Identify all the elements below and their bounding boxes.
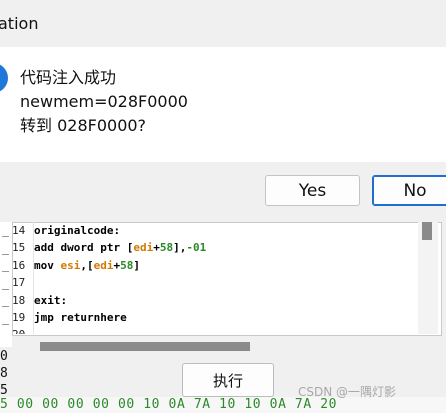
partial-digit: 8 bbox=[0, 366, 8, 381]
register-token: edi bbox=[133, 241, 154, 255]
tick-mark bbox=[2, 236, 9, 237]
message-line: 代码注入成功 bbox=[20, 68, 117, 87]
code-line: 20 bbox=[12, 326, 416, 334]
vertical-scrollbar[interactable] bbox=[418, 222, 438, 334]
register-token: edi bbox=[93, 258, 114, 272]
tick-mark bbox=[2, 306, 9, 307]
message-line: newmem=028F0000 bbox=[20, 92, 188, 111]
no-button[interactable]: No bbox=[372, 175, 446, 206]
line-number: 20 bbox=[12, 326, 34, 334]
code-text: exit: bbox=[34, 293, 68, 307]
confirm-dialog: ation 代码注入成功 newmem=028F0000 转到 028F0000… bbox=[0, 0, 446, 222]
code-line: 17 bbox=[12, 274, 416, 291]
gutter-divider bbox=[33, 222, 34, 334]
dialog-title: ation bbox=[0, 14, 39, 33]
dialog-footer: Yes No bbox=[0, 162, 446, 222]
yes-button[interactable]: Yes bbox=[265, 175, 360, 206]
vertical-scrollbar-thumb[interactable] bbox=[422, 222, 432, 240]
info-icon bbox=[0, 63, 8, 93]
line-number: 15 bbox=[12, 241, 26, 255]
horizontal-scrollbar-thumb[interactable] bbox=[40, 342, 250, 351]
code-text: jmp returnhere bbox=[34, 310, 127, 324]
code-line: 16 mov esi,[edi+58] bbox=[12, 257, 416, 274]
code-line: 14 originalcode: bbox=[12, 222, 416, 239]
line-number: 17 bbox=[12, 276, 26, 290]
dialog-titlebar[interactable]: ation bbox=[0, 0, 446, 47]
tick-mark bbox=[2, 271, 9, 272]
line-number: 18 bbox=[12, 293, 26, 307]
tick-mark bbox=[2, 289, 9, 290]
watermark: CSDN @一隅灯影 bbox=[298, 385, 397, 399]
script-editor[interactable]: 14 originalcode: 15 add dword ptr [edi+5… bbox=[12, 222, 416, 334]
dialog-body: 代码注入成功 newmem=028F0000 转到 028F0000? bbox=[0, 47, 446, 162]
tick-mark bbox=[2, 254, 9, 255]
number-token: 58 bbox=[159, 241, 174, 255]
code-text: mov esi,[edi+58] bbox=[34, 258, 140, 272]
partial-digit: 0 bbox=[0, 349, 8, 364]
partial-digit: 5 bbox=[0, 383, 8, 398]
horizontal-scrollbar[interactable] bbox=[12, 336, 438, 356]
dialog-message: 代码注入成功 newmem=028F0000 转到 028F0000? bbox=[20, 66, 188, 138]
line-number: 16 bbox=[12, 258, 26, 272]
message-line: 转到 028F0000? bbox=[20, 116, 147, 135]
code-line: 19 jmp returnhere bbox=[12, 309, 416, 326]
code-line: 18 exit: bbox=[12, 292, 416, 309]
execute-button[interactable]: 执行 bbox=[182, 363, 274, 397]
code-text: add dword ptr [edi+58],-01 bbox=[34, 241, 207, 255]
background-partial-digits: 0 8 5 bbox=[0, 349, 12, 399]
code-text: originalcode: bbox=[34, 224, 121, 237]
tick-mark bbox=[2, 324, 9, 325]
code-line: 15 add dword ptr [edi+58],-01 bbox=[12, 239, 416, 256]
line-number: 19 bbox=[12, 310, 26, 324]
number-token: 58 bbox=[120, 258, 134, 272]
number-token: -01 bbox=[186, 241, 207, 255]
line-number: 14 bbox=[12, 224, 26, 237]
register-token: esi bbox=[60, 258, 81, 272]
